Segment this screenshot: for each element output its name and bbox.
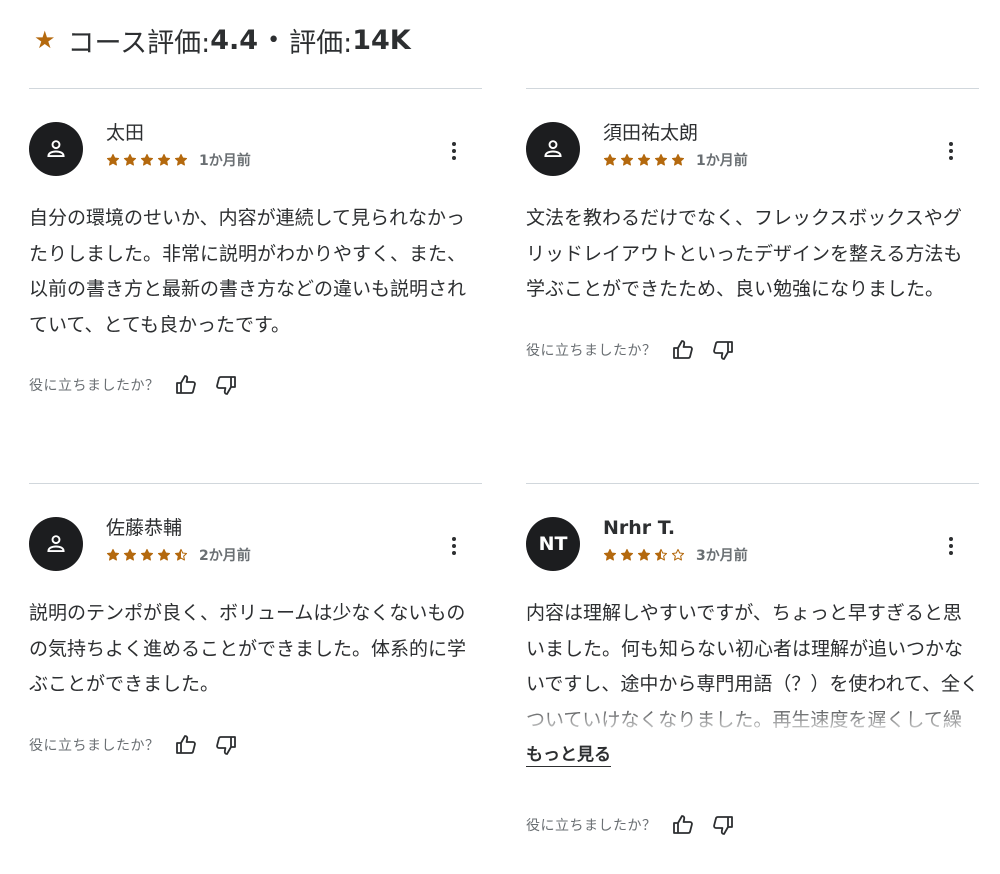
review-card: NT Nrhr T. 3か月前 内容は理解しやすいですが、ちょっと早すぎると思い… [526, 483, 979, 839]
star-full-icon [157, 153, 171, 166]
rating-value: 4.4 [210, 24, 259, 56]
star-icon: ★ [34, 26, 56, 54]
avatar [526, 122, 580, 176]
helpful-row: 役に立ちましたか？ [526, 336, 979, 364]
review-card: 佐藤恭輔 2か月前 説明のテンポが良く、ボリュームは少なくないものの気持ちよく進… [29, 483, 482, 759]
avatar: NT [526, 517, 580, 571]
course-rating-header: ★ コース評価: 4.4 • 評価: 14K [34, 18, 411, 62]
review-time: 1か月前 [199, 153, 251, 169]
star-full-icon [620, 548, 634, 561]
star-full-icon [106, 548, 120, 561]
user-icon [47, 140, 65, 158]
star-full-icon [123, 548, 137, 561]
reviewer-name: 太田 [106, 122, 145, 144]
thumbs-down-icon[interactable] [709, 811, 737, 839]
more-options-icon[interactable] [442, 139, 466, 163]
helpful-label: 役に立ちましたか？ [29, 378, 160, 394]
review-content: 自分の環境のせいか、内容が連続して見られなかったりしました。非常に説明がわかりや… [29, 207, 467, 336]
divider [29, 88, 482, 89]
more-options-icon[interactable] [939, 139, 963, 163]
star-full-icon [620, 153, 634, 166]
thumbs-down-icon[interactable] [212, 731, 240, 759]
review-content: 文法を教わるだけでなく、フレックスボックスやグリッドレイアウトといったデザインを… [526, 207, 963, 300]
review-time: 2か月前 [199, 548, 251, 564]
star-full-icon [157, 548, 171, 561]
star-full-icon [603, 153, 617, 166]
rating-label: コース評価: [67, 27, 211, 59]
star-rating [603, 548, 688, 562]
star-half-icon [654, 548, 668, 561]
divider [29, 483, 482, 484]
helpful-row: 役に立ちましたか？ [29, 371, 482, 399]
review-content: 説明のテンポが良く、ボリュームは少なくないものの気持ちよく進めることができました… [29, 602, 467, 695]
divider [526, 483, 979, 484]
divider [526, 88, 979, 89]
star-full-icon [654, 153, 668, 166]
review-card: 須田祐太朗 1か月前 文法を教わるだけでなく、フレックスボックスやグリッドレイア… [526, 88, 979, 364]
thumbs-up-icon[interactable] [669, 336, 697, 364]
reviewer-name: 須田祐太朗 [603, 122, 699, 144]
rating-count: 14K [352, 24, 411, 56]
thumbs-down-icon[interactable] [709, 336, 737, 364]
helpful-label: 役に立ちましたか？ [526, 342, 657, 359]
avatar [29, 122, 83, 176]
user-icon [47, 535, 65, 553]
star-full-icon [123, 153, 137, 166]
star-full-icon [637, 548, 651, 561]
helpful-row: 役に立ちましたか？ [29, 731, 482, 759]
star-full-icon [671, 153, 685, 166]
thumbs-up-icon[interactable] [172, 371, 200, 399]
more-options-icon[interactable] [939, 534, 963, 558]
star-rating [603, 153, 688, 167]
review-time: 1か月前 [696, 153, 748, 169]
review-time: 3か月前 [696, 548, 748, 564]
thumbs-up-icon[interactable] [669, 811, 697, 839]
reviewer-name: 佐藤恭輔 [106, 517, 183, 539]
star-empty-icon [671, 548, 685, 561]
star-full-icon [637, 153, 651, 166]
thumbs-up-icon[interactable] [172, 731, 200, 759]
star-full-icon [140, 153, 154, 166]
avatar [29, 517, 83, 571]
separator-dot: • [267, 27, 281, 53]
count-label: 評価: [289, 27, 353, 59]
reviewer-name: Nrhr T. [603, 517, 676, 539]
star-half-icon [174, 548, 188, 561]
star-full-icon [106, 153, 120, 166]
review-card: 太田 1か月前 自分の環境のせいか、内容が連続して見られなかったりしました。非常… [29, 88, 482, 399]
star-full-icon [174, 153, 188, 166]
star-full-icon [603, 548, 617, 561]
more-options-icon[interactable] [442, 534, 466, 558]
star-rating [106, 153, 191, 167]
user-icon [544, 140, 562, 158]
helpful-label: 役に立ちましたか？ [29, 737, 160, 754]
helpful-row: 役に立ちましたか？ [526, 811, 979, 839]
show-more-link[interactable]: もっと見る [526, 744, 611, 767]
star-rating [106, 548, 191, 562]
star-full-icon [140, 548, 154, 561]
review-content: 内容は理解しやすいですが、ちょっと早すぎると思いました。何も知らない初心者は理解… [526, 602, 979, 731]
helpful-label: 役に立ちましたか？ [526, 818, 657, 834]
thumbs-down-icon[interactable] [212, 371, 240, 399]
